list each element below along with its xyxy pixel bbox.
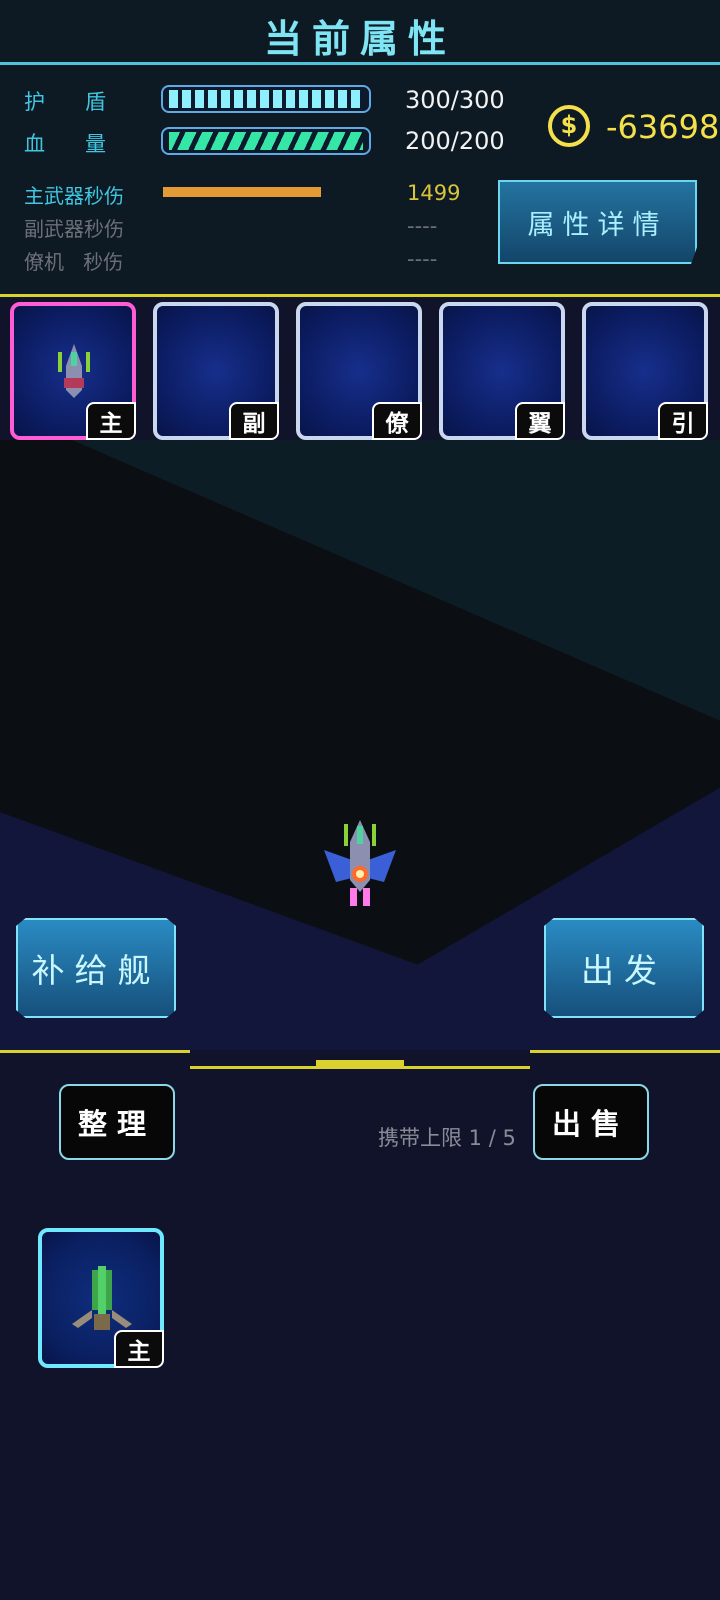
shield-label: 护 盾 [24, 90, 107, 114]
shield-bar-fill [169, 90, 363, 108]
divider-center [190, 1066, 530, 1069]
slot-tag-wing: 翼 [515, 402, 565, 440]
slot-tag-sub: 副 [229, 402, 279, 440]
carry-limit-text: 携带上限 1 / 5 [378, 1126, 516, 1150]
attribute-panel: 当前属性 护 盾 300/300 血 量 200/200 -63698 主武器秒… [0, 0, 720, 298]
inventory-item-tag: 主 [114, 1330, 164, 1368]
coin-icon [548, 105, 590, 147]
hp-bar [161, 127, 371, 155]
slot-tag-engine: 引 [658, 402, 708, 440]
wing-dps-value: ---- [407, 247, 438, 271]
hp-bar-fill [169, 132, 363, 150]
slot-tag-wingman: 僚 [372, 402, 422, 440]
sub-dps-value: ---- [407, 214, 438, 238]
sell-button[interactable]: 出售 [533, 1084, 649, 1160]
main-dps-label: 主武器秒伤 [24, 184, 124, 208]
main-dps-value: 1499 [407, 181, 461, 205]
divider-left [0, 1050, 190, 1053]
main-dps-bar [163, 187, 321, 197]
divider-right [530, 1050, 720, 1053]
equip-slot-wing[interactable]: 翼 [439, 302, 565, 440]
wing-dps-label: 僚机 秒伤 [24, 250, 124, 274]
equip-slot-engine[interactable]: 引 [582, 302, 708, 440]
equip-slot-sub[interactable]: 副 [153, 302, 279, 440]
slot-tag-main: 主 [86, 402, 136, 440]
equip-slot-wingman[interactable]: 僚 [296, 302, 422, 440]
weapon-item-icon [72, 1266, 132, 1330]
depart-button[interactable]: 出发 [544, 918, 704, 1018]
inventory-item[interactable]: 主 [38, 1228, 164, 1368]
hp-value: 200/200 [405, 127, 505, 155]
coin-value: -63698 [606, 108, 720, 146]
player-ship-icon [324, 820, 396, 906]
attribute-detail-button[interactable]: 属性详情 [498, 180, 697, 264]
divider-notch [316, 1060, 404, 1066]
title-divider [0, 62, 720, 65]
main-weapon-icon [58, 344, 90, 398]
shield-value: 300/300 [405, 86, 505, 114]
sub-dps-label: 副武器秒伤 [24, 217, 124, 241]
equip-slot-main[interactable]: 主 [10, 302, 136, 440]
organize-button[interactable]: 整理 [59, 1084, 175, 1160]
hp-label: 血 量 [24, 132, 107, 156]
supply-ship-button[interactable]: 补给舰 [16, 918, 176, 1018]
page-title: 当前属性 [263, 17, 456, 61]
shield-bar [161, 85, 371, 113]
divider-line [0, 294, 720, 297]
